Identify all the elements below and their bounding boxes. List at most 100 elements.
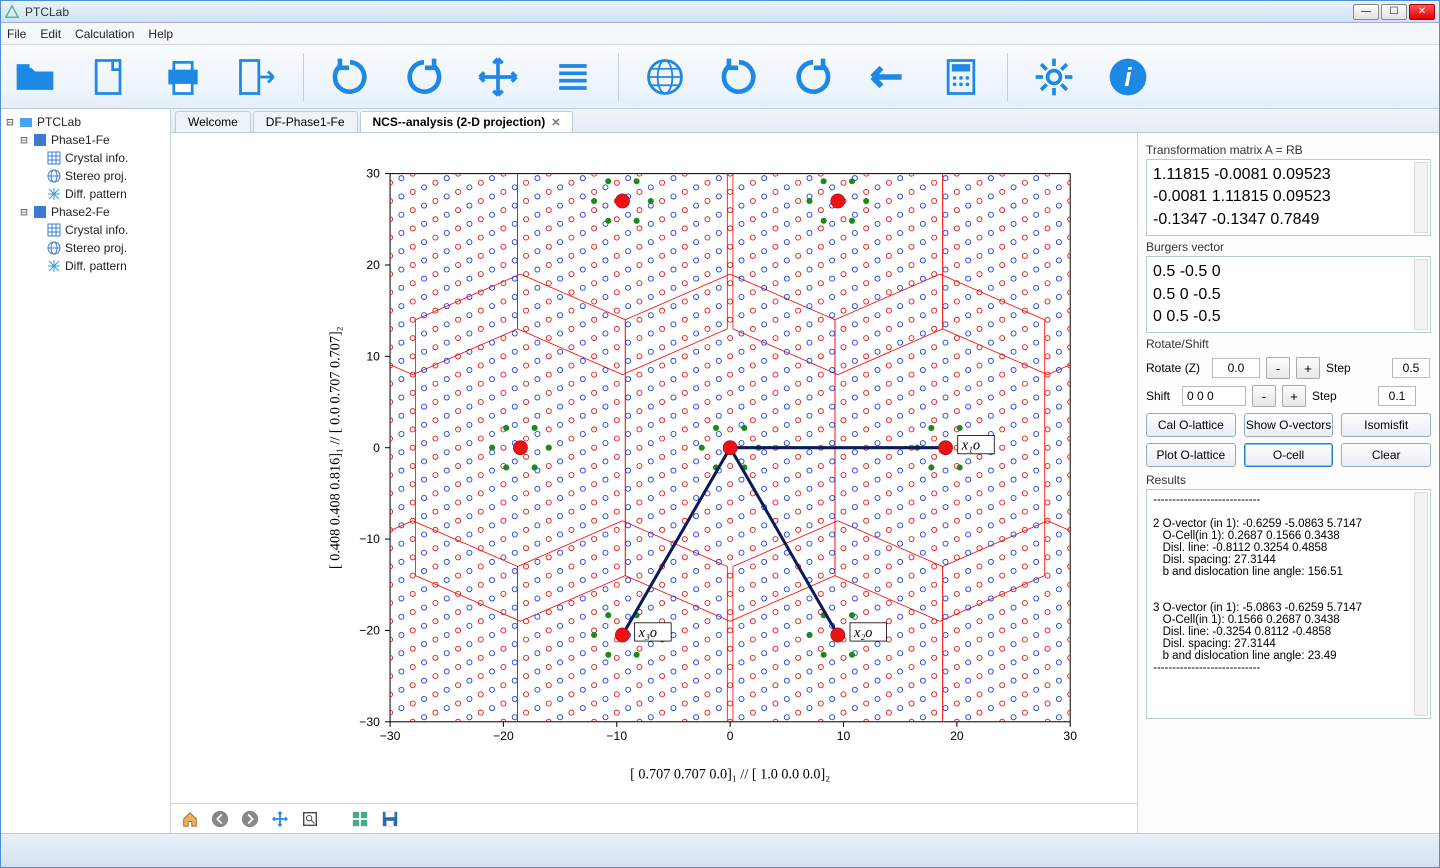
svg-text:20: 20 [950,729,964,743]
rotate-step-label: Step [1326,361,1386,375]
show-o-vectors-button[interactable]: Show O-vectors [1244,413,1334,437]
tab-welcome[interactable]: Welcome [175,111,251,132]
scrollbar-icon[interactable] [1414,492,1428,716]
tab-df-phase1[interactable]: DF-Phase1-Fe [253,111,358,132]
tree-item-label: Diff. pattern [65,259,127,273]
pan-icon[interactable] [269,808,291,830]
globe-icon[interactable] [637,49,693,105]
clear-button[interactable]: Clear [1341,443,1431,467]
arrow-left-icon[interactable] [859,49,915,105]
svg-text:x₂o: x₂o [853,625,872,641]
tab-ncs-analysis[interactable]: NCS--analysis (2-D projection) ✕ [360,111,574,132]
tabbar: Welcome DF-Phase1-Fe NCS--analysis (2-D … [171,109,1439,133]
scrollbar-icon[interactable] [1414,259,1428,330]
svg-text:−10: −10 [359,532,380,546]
print-icon[interactable] [155,49,211,105]
shift-step-label: Step [1312,389,1372,403]
tree-phase2-crystal[interactable]: Crystal info. [33,221,168,239]
body: ⊟PTCLab ⊟Phase1-Fe Crystal info. Stereo … [1,109,1439,833]
tree-phase1[interactable]: ⊟Phase1-Fe [19,131,168,149]
tree-item-label: Stereo proj. [65,241,127,255]
rotate-step-input[interactable] [1392,358,1430,378]
toolbar: i [1,45,1439,109]
close-button[interactable]: ✕ [1409,4,1435,20]
rotate-ccw-icon[interactable] [396,49,452,105]
tree-phase2-stereo[interactable]: Stereo proj. [33,239,168,257]
minimize-button[interactable]: — [1353,4,1379,20]
open-icon[interactable] [7,49,63,105]
tab-label: NCS--analysis (2-D projection) [373,115,546,129]
svg-text:0: 0 [373,441,380,455]
window-buttons: — ☐ ✕ [1353,4,1435,20]
tree-phase2-diff[interactable]: Diff. pattern [33,257,168,275]
shift-minus-button[interactable]: - [1252,385,1276,407]
tree-root-label: PTCLab [37,115,81,129]
tree-phase1-stereo[interactable]: Stereo proj. [33,167,168,185]
move-icon[interactable] [470,49,526,105]
results-box[interactable]: ---------------------------- 2 O-vector … [1146,489,1431,719]
svg-text:−20: −20 [359,623,380,637]
grid-icon [47,223,61,237]
back-icon[interactable] [209,808,231,830]
snowflake-icon [47,259,61,273]
rotate-input[interactable] [1212,358,1260,378]
burgers-label: Burgers vector [1146,240,1431,254]
tree-phase1-diff[interactable]: Diff. pattern [33,185,168,203]
chart[interactable]: −30−20−100102030−30−20−100102030[ 0.707 … [171,133,1137,803]
tab-close-icon[interactable]: ✕ [551,116,560,129]
snowflake-icon [47,187,61,201]
menu-edit[interactable]: Edit [40,27,61,41]
cal-o-lattice-button[interactable]: Cal O-lattice [1146,413,1236,437]
side-panel: Transformation matrix A = RB 1.11815 -0.… [1137,133,1439,833]
burgers-text: 0.5 -0.5 0 0.5 0 -0.5 0 0.5 -0.5 [1153,263,1221,325]
menu-calculation[interactable]: Calculation [75,27,134,41]
menu-file[interactable]: File [7,27,26,41]
zoom-box-icon[interactable] [299,808,321,830]
settings-icon[interactable] [1026,49,1082,105]
grid-icon [47,151,61,165]
tree-phase1-crystal[interactable]: Crystal info. [33,149,168,167]
list-icon[interactable] [544,49,600,105]
svg-text:−30: −30 [359,715,380,729]
svg-text:10: 10 [837,729,851,743]
subplots-icon[interactable] [349,808,371,830]
rotate-minus-button[interactable]: - [1266,357,1290,379]
shift-input[interactable] [1182,386,1246,406]
tab-label: DF-Phase1-Fe [266,115,345,129]
new-icon[interactable] [81,49,137,105]
rotate-ccw-2-icon[interactable] [785,49,841,105]
forward-icon[interactable] [239,808,261,830]
plot-o-lattice-button[interactable]: Plot O-lattice [1146,443,1236,467]
content-row: −30−20−100102030−30−20−100102030[ 0.707 … [171,133,1439,833]
rotate-cw-2-icon[interactable] [711,49,767,105]
main-column: Welcome DF-Phase1-Fe NCS--analysis (2-D … [171,109,1439,833]
o-cell-button[interactable]: O-cell [1244,443,1334,467]
tab-label: Welcome [188,115,238,129]
svg-text:[ 0.707 0.707 0.0]₁ // [ 1.0: [ 0.707 0.707 0.0]₁ // [ 1.0 0.0 0.0]₂ [630,767,830,783]
save-icon[interactable] [379,808,401,830]
globe-small-icon [47,169,61,183]
shift-step-input[interactable] [1378,386,1416,406]
tree-root[interactable]: ⊟PTCLab [5,113,168,131]
exit-icon[interactable] [229,49,285,105]
svg-text:−30: −30 [380,729,401,743]
svg-text:x₃o: x₃o [638,625,657,641]
scrollbar-icon[interactable] [1414,162,1428,233]
maximize-button[interactable]: ☐ [1381,4,1407,20]
isomisfit-button[interactable]: Isomisfit [1341,413,1431,437]
shift-plus-button[interactable]: + [1282,385,1306,407]
rotate-plus-button[interactable]: + [1296,357,1320,379]
calculator-icon[interactable] [933,49,989,105]
results-label: Results [1146,473,1431,487]
burgers-box[interactable]: 0.5 -0.5 0 0.5 0 -0.5 0 0.5 -0.5 [1146,256,1431,333]
info-icon[interactable]: i [1100,49,1156,105]
matrix-box[interactable]: 1.11815 -0.0081 0.09523 -0.0081 1.11815 … [1146,159,1431,236]
menu-help[interactable]: Help [148,27,173,41]
svg-text:i: i [1124,64,1132,92]
rotate-cw-icon[interactable] [322,49,378,105]
tree-phase2[interactable]: ⊟Phase2-Fe [19,203,168,221]
home-icon[interactable] [179,808,201,830]
svg-text:[ 0.408 0.408 0.816]₁ // [ 0.0: [ 0.408 0.408 0.816]₁ // [ 0.0 0.707 0.7… [327,326,343,569]
svg-text:−20: −20 [493,729,514,743]
svg-text:30: 30 [1063,729,1077,743]
